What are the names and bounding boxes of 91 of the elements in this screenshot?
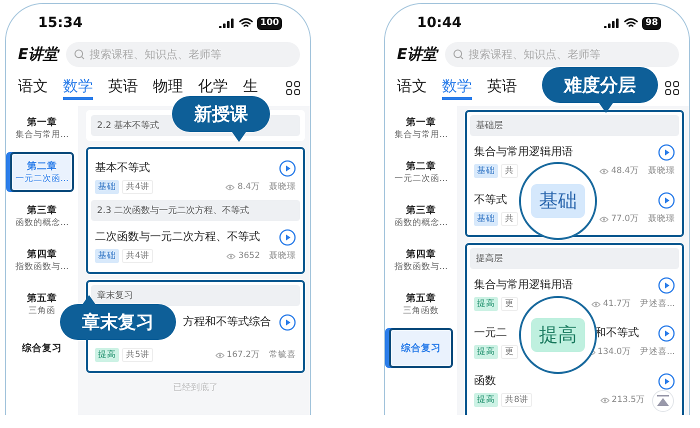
subject-tab[interactable]: 英语 [487,76,517,100]
subject-tab[interactable]: 语文 [397,76,427,100]
level-tag: 提高 [95,348,119,362]
subject-tab[interactable]: 语文 [18,76,48,100]
chapter-title: 综合复习 [401,342,441,354]
view-count: 3652 [238,251,260,261]
lesson-count: 共 [501,164,518,178]
chapter-subtitle: 集合与常用… [394,128,448,140]
chapter-subtitle: 指数函数与… [15,260,69,272]
subject-tab[interactable]: 数学 [442,76,472,100]
view-count: 77.0万 [611,213,639,225]
callout-label: 新授课 [172,96,270,132]
chapter-item[interactable]: 第一章 集合与常用… [390,114,452,142]
level-tag: 基础 [95,249,119,263]
lesson-count: 共 [501,212,518,226]
level-tag: 基础 [531,184,585,218]
chapter-item[interactable]: 第五章 三角函数 [399,290,443,318]
chapter-subtitle: 集合与常用… [15,128,69,140]
chapter-item[interactable]: 第一章 集合与常用… [11,114,73,142]
chapter-subtitle: 函数的概念… [394,216,448,228]
section-header: 2.3 二次函数与一元二次方程、不等式 [91,200,300,221]
level-tag: 提高 [474,297,498,311]
teacher-name: 聂晓璟 [269,181,296,193]
app-logo: E讲堂 [397,44,438,64]
level-tag: 提高 [531,318,585,352]
level-tag: 提高 [474,345,498,359]
status-time: 10:44 [417,15,462,31]
chapter-subtitle: 指数函数与… [394,260,448,272]
teacher-name: 聂晓璟 [648,165,675,177]
view-count: 41.7万 [602,298,631,310]
section-header: 基础层 [470,115,679,136]
chapter-subtitle: 一元二次函… [15,172,69,184]
view-count: 167.2万 [226,349,260,361]
callout-label: 章末复习 [60,304,176,340]
teacher-name: 聂晓璟 [269,250,296,262]
chapter-title: 第三章 [406,204,436,216]
section-header: 提高层 [470,248,679,269]
course-title[interactable]: 二次函数与一元二次方程、不等式 [95,229,260,246]
level-tag: 基础 [474,212,498,226]
chapter-title: 第一章 [406,116,436,128]
subject-tab[interactable]: 数学 [63,76,93,100]
chapter-title: 第四章 [406,248,436,260]
app-logo: E讲堂 [18,44,58,64]
chapter-item[interactable]: 第三章 函数的概念… [11,202,73,230]
subject-tab[interactable]: 英语 [108,76,138,100]
status-time: 15:34 [38,15,83,31]
chapter-item[interactable]: 第二章 一元二次函… [390,158,452,186]
level-tag: 基础 [95,180,119,194]
chapter-item[interactable]: 第三章 函数的概念… [390,202,452,230]
chapter-title: 第二章 [27,160,57,172]
chapter-subtitle: 三角函数 [403,304,439,316]
lesson-count: 共4讲 [122,249,154,263]
view-count: 8.4万 [237,181,260,193]
view-count: 134.0万 [598,346,631,358]
chapter-title: 综合复习 [22,342,62,354]
course-title[interactable]: 集合与常用逻辑用语 [474,277,573,294]
course-title[interactable]: 方程和不等式综合 [183,314,271,331]
chapter-item[interactable]: 第四章 指数函数与… [390,246,452,274]
level-tag: 提高 [474,393,498,407]
battery-level: 98 [642,16,661,30]
end-of-list-text: 已经到底了 [172,382,219,394]
lesson-count: 更 [501,345,518,359]
chapter-title: 第三章 [27,204,57,216]
chapter-title: 第二章 [406,160,436,172]
chapter-subtitle: 函数的概念… [15,216,69,228]
chapter-title: 第一章 [27,116,57,128]
view-count: 213.5万 [612,394,645,406]
course-title[interactable]: 基本不等式 [95,160,150,177]
chapter-item[interactable]: 第四章 指数函数与… [11,246,73,274]
lesson-count: 共5讲 [122,348,154,362]
battery-level: 100 [257,16,282,30]
chapter-title: 第四章 [27,248,57,260]
chapter-item[interactable]: 第五章 三角函 [23,290,61,318]
lesson-count: 更 [501,297,518,311]
lesson-count: 共8讲 [501,393,532,407]
section-header: 章末复习 [91,285,300,306]
chapter-title: 第五章 [406,292,436,304]
chapter-item[interactable]: 综合复习 [18,340,66,356]
chapter-subtitle: 一元二次函… [394,172,448,184]
teacher-name: 聂晓璟 [648,213,675,225]
level-tag: 基础 [474,164,498,178]
teacher-name: 尹述喜... [640,346,675,358]
teacher-name: 尹述喜... [640,298,675,310]
lesson-count: 共4讲 [122,180,154,194]
view-count: 48.4万 [611,165,639,177]
course-title[interactable]: 一元二 [474,325,507,342]
callout-label: 难度分层 [542,67,658,103]
course-title[interactable]: 函数 [474,373,496,390]
chapter-subtitle: 三角函 [28,304,56,316]
teacher-name: 常毓喜 [269,349,296,361]
chapter-title: 第五章 [27,292,57,304]
